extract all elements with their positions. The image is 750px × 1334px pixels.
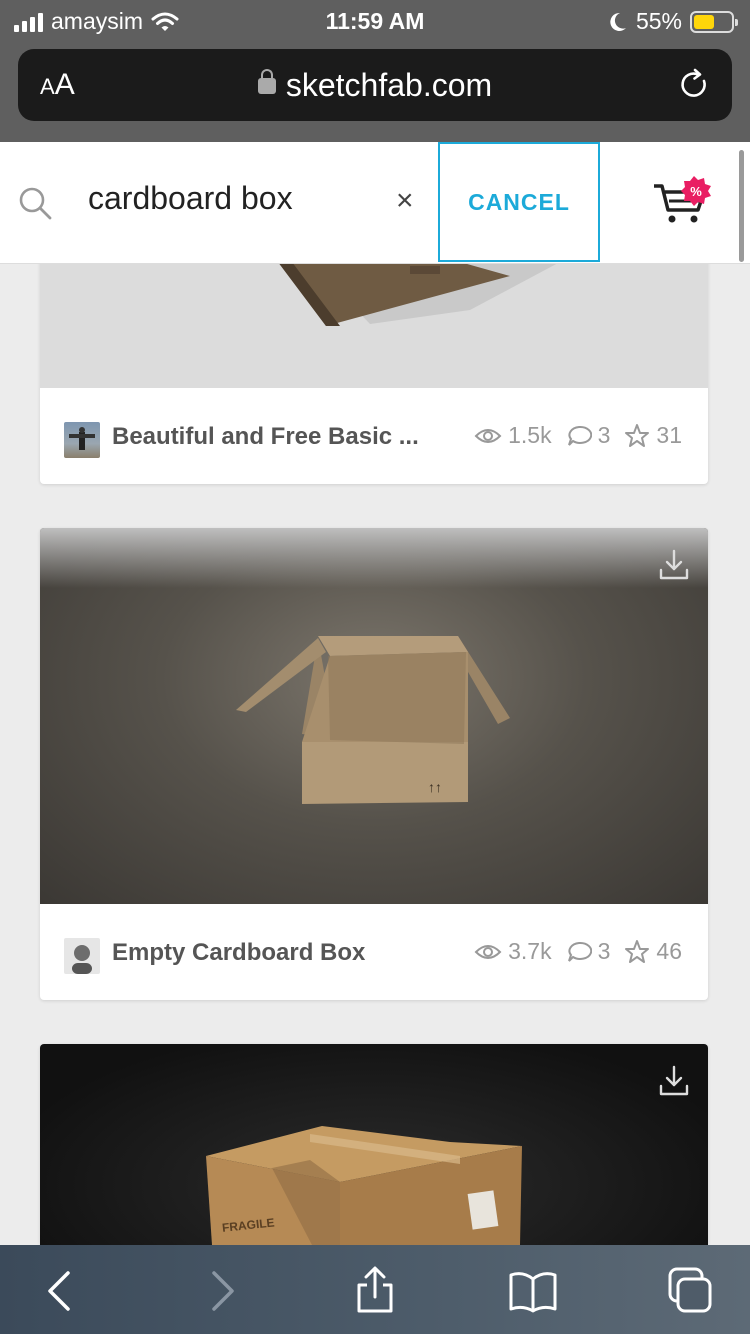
clear-search-button[interactable]: × [396, 184, 414, 218]
box-render-image: ↑↑ [236, 636, 510, 804]
star-icon[interactable] [624, 939, 650, 965]
avatar[interactable] [64, 938, 100, 974]
scrollbar[interactable] [739, 150, 744, 262]
svg-text:%: % [690, 184, 702, 199]
status-bar: amaysim 11:59 AM 55% [0, 0, 750, 40]
star-icon[interactable] [624, 423, 650, 449]
cancel-button[interactable]: CANCEL [438, 142, 600, 262]
reload-icon[interactable] [676, 67, 712, 103]
view-count-value: 1.5k [508, 422, 552, 448]
comment-count-value: 3 [597, 938, 611, 964]
forward-icon[interactable] [194, 1265, 246, 1317]
search-icon [19, 187, 52, 220]
search-input[interactable] [88, 180, 378, 217]
svg-text:↑↑: ↑↑ [428, 779, 442, 795]
like-count[interactable]: 31 [624, 422, 682, 449]
model-thumbnail[interactable]: ↑↑ [40, 528, 708, 904]
card-footer: Empty Cardboard Box 3.7k 3 46 [40, 904, 708, 1000]
comment-count: 3 [566, 938, 611, 965]
box-render-image: FRAGILE [206, 1126, 522, 1245]
model-title[interactable]: Empty Cardboard Box [112, 939, 365, 967]
card-footer: Beautiful and Free Basic ... 1.5k 3 31 [40, 388, 708, 484]
tabs-icon[interactable] [664, 1265, 716, 1317]
url-display[interactable]: sketchfab.com [18, 67, 732, 104]
url-text: sketchfab.com [285, 67, 493, 103]
model-stats: 1.5k 3 31 [474, 422, 682, 449]
view-count-value: 3.7k [508, 938, 552, 964]
status-right: 55% [608, 8, 738, 35]
eye-icon [474, 428, 502, 443]
browser-toolbar [0, 1245, 750, 1334]
battery-percent: 55% [635, 8, 682, 34]
like-count-value: 46 [656, 938, 682, 964]
like-count[interactable]: 46 [624, 938, 682, 965]
download-icon[interactable] [658, 1064, 690, 1098]
search-header: × CANCEL % [0, 142, 750, 264]
battery-level [694, 14, 714, 29]
lock-icon [257, 69, 276, 94]
view-count: 3.7k [474, 938, 552, 965]
comment-count-value: 3 [597, 422, 611, 448]
eye-icon [474, 944, 502, 959]
download-icon[interactable] [658, 548, 690, 582]
like-count-value: 31 [656, 422, 682, 448]
cart-icon[interactable]: % [652, 174, 716, 234]
model-thumbnail[interactable]: FRAGILE [40, 1044, 708, 1245]
bookmarks-icon[interactable] [507, 1265, 559, 1317]
model-stats: 3.7k 3 46 [474, 938, 682, 965]
avatar[interactable] [64, 422, 100, 458]
comment-count: 3 [566, 422, 611, 449]
back-icon[interactable] [36, 1265, 88, 1317]
share-icon[interactable] [349, 1265, 401, 1317]
browser-chrome: AA sketchfab.com [0, 40, 750, 142]
model-title[interactable]: Beautiful and Free Basic ... [112, 423, 419, 451]
moon-icon [610, 12, 626, 31]
comment-icon [567, 941, 592, 962]
view-count: 1.5k [474, 422, 552, 449]
battery-icon [690, 10, 738, 33]
address-bar[interactable]: AA sketchfab.com [18, 49, 732, 121]
model-card[interactable]: ↑↑ Empty Cardboard Box 3.7k 3 46 [40, 528, 708, 1000]
model-card[interactable]: FRAGILE [40, 1044, 708, 1245]
comment-icon [567, 425, 592, 446]
